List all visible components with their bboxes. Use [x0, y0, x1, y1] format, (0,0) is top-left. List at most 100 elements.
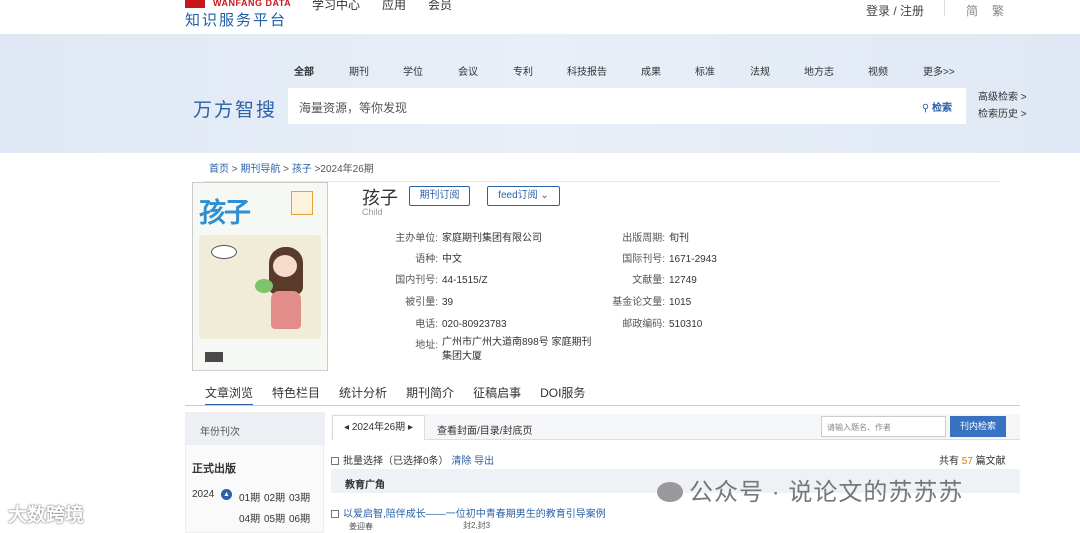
- issue-link[interactable]: 02期: [264, 489, 285, 504]
- export-link[interactable]: 导出: [474, 456, 494, 467]
- article-title-link[interactable]: 以爱启智,陪伴成长——一位初中青春期男生的教育引导案例: [343, 509, 606, 520]
- category-conference[interactable]: 会议: [458, 63, 513, 78]
- batch-select-bar: 批量选择（已选择0条） 清除 导出: [331, 452, 494, 467]
- divider: [944, 0, 945, 16]
- search-history-link[interactable]: 检索历史 >: [978, 106, 1027, 123]
- category-standard[interactable]: 标准: [695, 63, 750, 78]
- wanfang-logo-icon[interactable]: [185, 0, 205, 8]
- breadcrumb-journal[interactable]: 孩子: [292, 164, 312, 175]
- breadcrumb-sep: >: [280, 164, 292, 175]
- leaf-illustration: [255, 279, 273, 293]
- article-checkbox[interactable]: [331, 510, 339, 518]
- tab-featured-columns[interactable]: 特色栏目: [272, 384, 320, 406]
- breadcrumb-sep: >: [229, 164, 241, 175]
- category-local-chronicle[interactable]: 地方志: [804, 63, 868, 78]
- category-tabs: 全部 期刊 学位 会议 专利 科技报告 成果 标准 法规 地方志 视频 更多>>: [294, 63, 955, 78]
- sidebar-header: 年份刊次: [186, 413, 325, 445]
- in-journal-search-button[interactable]: 刊内检索: [950, 416, 1006, 437]
- search-input[interactable]: 海量资源，等你发现 ⚲ 检索: [288, 88, 966, 124]
- tab-journal-intro[interactable]: 期刊简介: [406, 384, 454, 406]
- breadcrumb-current: >2024年26期: [311, 164, 374, 175]
- info-article-count: 文献量: 12749: [605, 271, 697, 286]
- issue-link[interactable]: 04期: [239, 510, 260, 525]
- info-value: 中文: [442, 254, 462, 265]
- batch-checkbox[interactable]: [331, 457, 339, 465]
- info-label: 基金论文量:: [612, 297, 665, 308]
- clear-link[interactable]: 清除: [451, 456, 471, 467]
- search-button[interactable]: ⚲ 检索: [922, 99, 952, 114]
- breadcrumb: 首页 > 期刊导航 > 孩子 >2024年26期: [209, 160, 374, 175]
- nav-membership[interactable]: 会员: [428, 0, 452, 13]
- info-phone: 电话: 020-80923783: [380, 315, 507, 330]
- info-domestic-issn: 国内刊号: 44-1515/Z: [380, 271, 487, 286]
- chevron-up-icon[interactable]: ▲: [221, 489, 232, 500]
- info-label: 文献量:: [632, 275, 665, 286]
- total-suffix: 篇文献: [972, 456, 1006, 467]
- category-achievement[interactable]: 成果: [641, 63, 695, 78]
- logo-chinese[interactable]: 知识服务平台: [185, 9, 287, 30]
- issue-link[interactable]: 06期: [289, 510, 310, 525]
- lang-simplified[interactable]: 简: [966, 2, 978, 19]
- info-label: 出版周期:: [622, 233, 665, 244]
- breadcrumb-home[interactable]: 首页: [209, 164, 229, 175]
- lang-traditional[interactable]: 繁: [992, 2, 1004, 19]
- chevron-down-icon: ⌄: [540, 190, 549, 201]
- category-more[interactable]: 更多>>: [923, 63, 955, 78]
- batch-label: 批量选择: [343, 456, 383, 467]
- logo-english[interactable]: WANFANG DATA: [213, 0, 291, 8]
- login-register-link[interactable]: 登录 / 注册: [866, 2, 924, 19]
- category-degree[interactable]: 学位: [403, 63, 458, 78]
- info-label: 电话:: [415, 319, 438, 330]
- in-journal-search-input[interactable]: 请输入题名、作者: [821, 416, 946, 437]
- current-issue-label: 2024年26期: [351, 422, 406, 433]
- tab-call-for-papers[interactable]: 征稿启事: [473, 384, 521, 406]
- total-number: 57: [961, 456, 973, 467]
- tab-statistics[interactable]: 统计分析: [339, 384, 387, 406]
- category-video[interactable]: 视频: [868, 63, 923, 78]
- advanced-links: 高级检索 > 检索历史 >: [978, 89, 1027, 123]
- category-law[interactable]: 法规: [750, 63, 804, 78]
- category-all[interactable]: 全部: [294, 63, 349, 78]
- article-row: 以爱启智,陪伴成长——一位初中青春期男生的教育引导案例: [331, 505, 606, 520]
- top-nav: 学习中心 应用 会员: [312, 0, 452, 13]
- issue-link[interactable]: 05期: [264, 510, 285, 525]
- breadcrumb-journal-nav[interactable]: 期刊导航: [240, 164, 280, 175]
- tab-doi-service[interactable]: DOI服务: [540, 384, 585, 406]
- journal-cover-image: 孩子: [192, 182, 328, 371]
- info-issn: 国际刊号: 1671-2943: [605, 250, 717, 265]
- chevron-left-icon[interactable]: ◂: [344, 422, 349, 433]
- info-citations: 被引量: 39: [380, 293, 453, 308]
- info-label: 邮政编码:: [622, 319, 665, 330]
- journal-subscribe-button[interactable]: 期刊订阅: [409, 186, 470, 206]
- category-patent[interactable]: 专利: [513, 63, 567, 78]
- info-frequency: 出版周期: 旬刊: [605, 229, 689, 244]
- barcode-icon: [205, 352, 223, 362]
- category-tech-report[interactable]: 科技报告: [567, 63, 641, 78]
- info-label: 被引量:: [405, 297, 438, 308]
- info-value: 020-80923783: [442, 319, 507, 330]
- issue-link[interactable]: 01期: [239, 489, 260, 504]
- language-switch: 简 繁: [966, 2, 1004, 19]
- advanced-search-link[interactable]: 高级检索 >: [978, 89, 1027, 106]
- info-postcode: 邮政编码: 510310: [605, 315, 702, 330]
- feed-subscribe-button[interactable]: feed订阅 ⌄: [487, 186, 560, 206]
- search-icon: ⚲: [921, 103, 930, 114]
- article-author[interactable]: 姜迎春: [349, 521, 373, 532]
- batch-count: （已选择0条）: [383, 456, 449, 467]
- nav-learning-center[interactable]: 学习中心: [312, 0, 360, 13]
- issue-link[interactable]: 03期: [289, 489, 310, 504]
- info-value: 39: [442, 297, 454, 308]
- chevron-right-icon[interactable]: ▸: [408, 422, 413, 433]
- category-journal[interactable]: 期刊: [349, 63, 403, 78]
- cover-illustration: [199, 235, 321, 339]
- search-banner: 全部 期刊 学位 会议 专利 科技报告 成果 标准 法规 地方志 视频 更多>>…: [0, 34, 1080, 153]
- journal-tabs: 文章浏览 特色栏目 统计分析 期刊简介 征稿启事 DOI服务: [205, 384, 604, 406]
- tab-current-issue[interactable]: ◂ 2024年26期 ▸: [332, 415, 425, 440]
- tab-cover-toc[interactable]: 查看封面/目录/封底页: [437, 422, 533, 437]
- top-bar: WANFANG DATA 知识服务平台 学习中心 应用 会员 登录 / 注册 简…: [0, 0, 1080, 34]
- total-count: 共有 57 篇文献: [939, 452, 1006, 467]
- info-label: 语种:: [415, 254, 438, 265]
- tab-article-browse[interactable]: 文章浏览: [205, 384, 254, 406]
- sidebar-year[interactable]: 2024: [192, 489, 214, 500]
- nav-apps[interactable]: 应用: [382, 0, 406, 13]
